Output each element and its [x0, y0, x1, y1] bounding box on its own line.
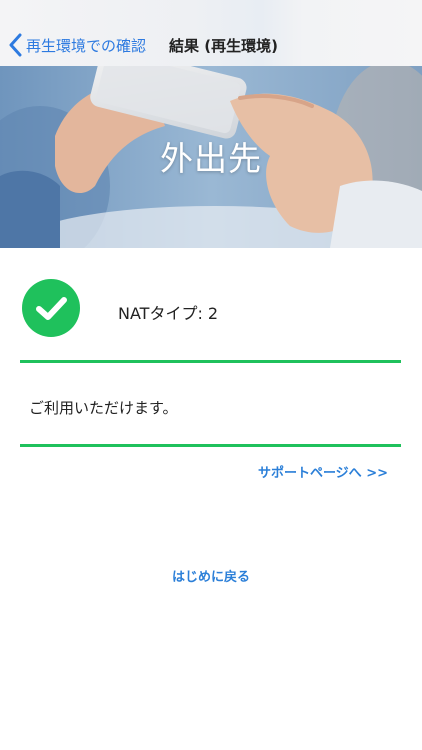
divider-bottom: [20, 444, 401, 447]
divider-top: [20, 360, 401, 363]
hero-banner: 外出先: [0, 66, 422, 248]
support-page-link[interactable]: サポートページへ >>: [258, 462, 388, 481]
hero-title: 外出先: [160, 139, 262, 178]
status-badge: [22, 279, 80, 337]
checkmark-icon: [36, 297, 67, 320]
page-title: 結果 (再生環境): [169, 37, 278, 55]
nat-type-label: NATタイプ: 2: [118, 304, 219, 323]
return-home-link[interactable]: はじめに戻る: [172, 570, 250, 585]
back-button[interactable]: 再生環境での確認: [8, 30, 146, 60]
chevron-left-icon: [9, 33, 22, 57]
return-home-container: はじめに戻る: [0, 566, 422, 585]
navigation-bar: 再生環境での確認 結果 (再生環境): [0, 0, 422, 66]
result-message: ご利用いただけます。: [29, 399, 178, 417]
back-button-label: 再生環境での確認: [26, 36, 147, 55]
